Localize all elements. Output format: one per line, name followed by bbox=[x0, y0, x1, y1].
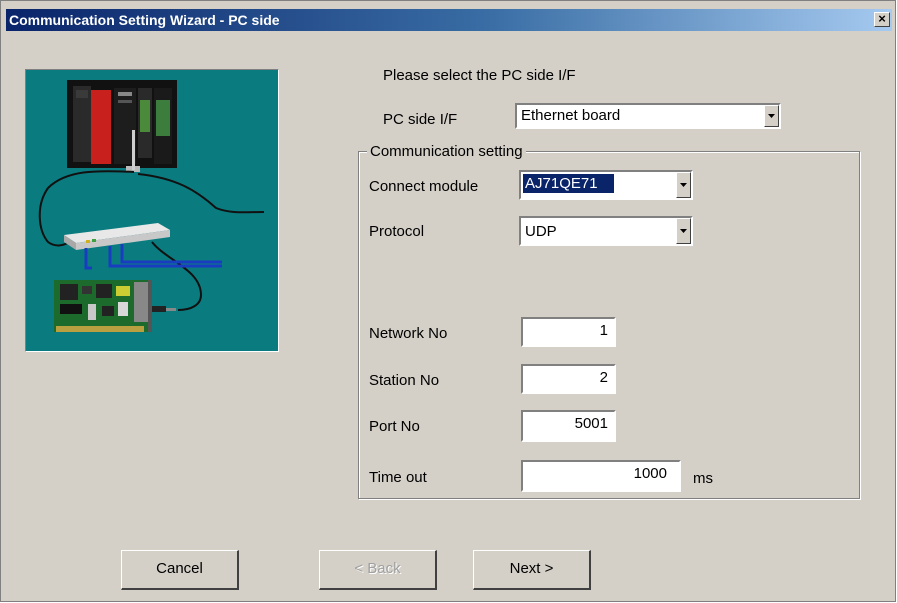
network-no-input[interactable]: 1 bbox=[521, 317, 616, 347]
chevron-down-icon bbox=[768, 114, 775, 118]
communication-setting-label: Communication setting bbox=[367, 143, 526, 160]
ethernet-cables-blue bbox=[84, 244, 222, 270]
back-button[interactable]: < Back bbox=[319, 550, 437, 590]
ethernet-board-icon bbox=[54, 280, 176, 332]
time-out-value: 1000 bbox=[633, 465, 667, 482]
next-button[interactable]: Next > bbox=[473, 550, 591, 590]
station-no-input[interactable]: 2 bbox=[521, 364, 616, 394]
window-title: Communication Setting Wizard - PC side bbox=[9, 12, 280, 28]
close-button[interactable]: × bbox=[874, 12, 890, 27]
illustration-panel bbox=[25, 69, 279, 352]
network-no-label: Network No bbox=[369, 325, 448, 342]
pc-side-if-label: PC side I/F bbox=[383, 111, 458, 128]
pc-side-if-select[interactable]: Ethernet board bbox=[515, 103, 781, 129]
close-icon: × bbox=[878, 11, 886, 26]
protocol-dropdown-button[interactable] bbox=[676, 218, 691, 244]
port-no-label: Port No bbox=[369, 418, 420, 435]
network-illustration bbox=[38, 80, 265, 332]
connect-module-select[interactable]: AJ71QE71 bbox=[519, 170, 693, 200]
station-no-label: Station No bbox=[369, 372, 440, 389]
pc-side-if-dropdown-button[interactable] bbox=[764, 105, 779, 127]
connect-module-label: Connect module bbox=[369, 178, 479, 195]
plc-rack-icon bbox=[67, 80, 177, 172]
title-bar[interactable]: Communication Setting Wizard - PC side × bbox=[6, 9, 892, 31]
time-out-input[interactable]: 1000 bbox=[521, 460, 681, 492]
protocol-label: Protocol bbox=[369, 223, 425, 240]
wizard-window: Communication Setting Wizard - PC side × bbox=[0, 0, 896, 602]
ethernet-hub-icon bbox=[64, 223, 170, 250]
station-no-value: 2 bbox=[599, 369, 608, 386]
port-no-input[interactable]: 5001 bbox=[521, 410, 616, 442]
port-no-value: 5001 bbox=[574, 415, 608, 432]
connect-module-dropdown-button[interactable] bbox=[676, 172, 691, 198]
network-no-value: 1 bbox=[599, 322, 608, 339]
time-out-label: Time out bbox=[369, 469, 427, 486]
protocol-select[interactable]: UDP bbox=[519, 216, 693, 246]
prompt-text: Please select the PC side I/F bbox=[383, 67, 576, 84]
time-out-unit: ms bbox=[693, 470, 713, 487]
chevron-down-icon bbox=[680, 183, 687, 187]
cancel-button[interactable]: Cancel bbox=[121, 550, 239, 590]
pc-side-if-value: Ethernet board bbox=[521, 107, 621, 124]
connect-module-value: AJ71QE71 bbox=[523, 174, 614, 193]
chevron-down-icon bbox=[680, 229, 687, 233]
protocol-value: UDP bbox=[525, 223, 557, 240]
